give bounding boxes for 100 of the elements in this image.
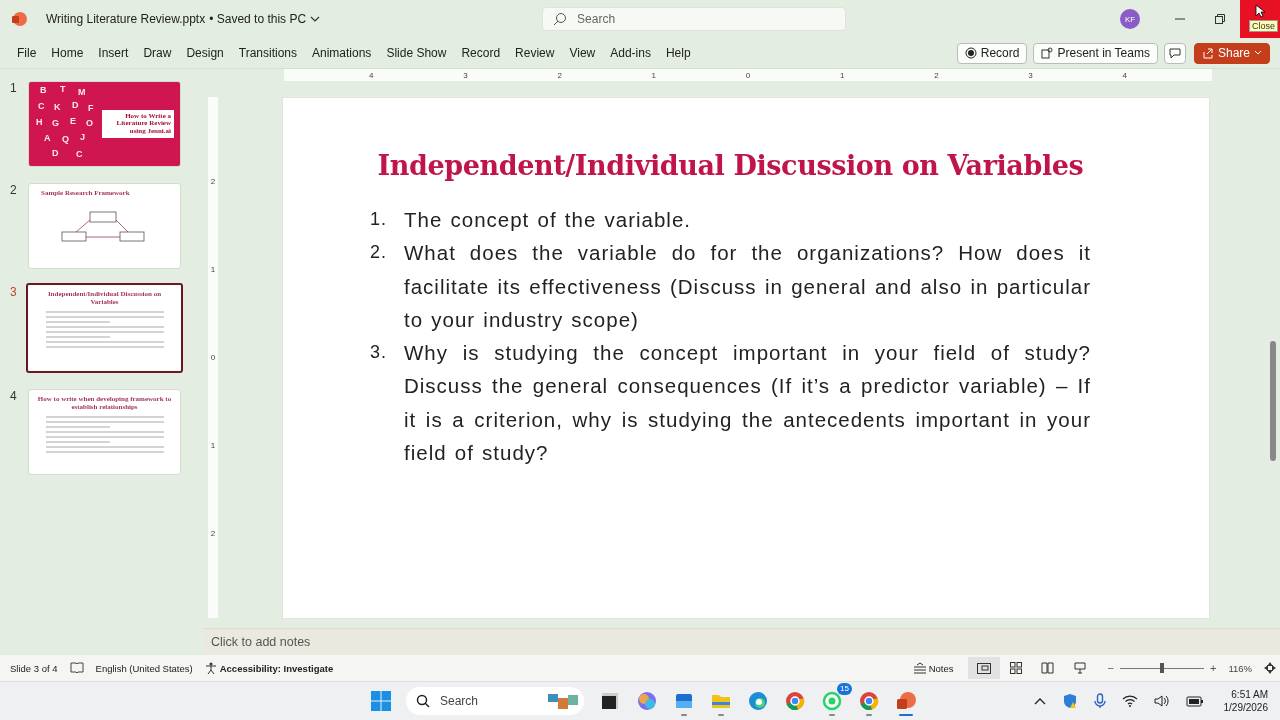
decorative-letter: D: [52, 148, 59, 158]
list-item-text: Why is studying the concept important in your field of study? Discuss the general consequences (If it’s a predictor variable) – If it is a criterion, why is studying the antecedents important in your field of study?: [404, 340, 1091, 467]
decorative-letter: B: [40, 85, 47, 95]
slide-number: 2: [9, 183, 18, 197]
ribbon-tab[interactable]: Draw: [136, 42, 179, 64]
decorative-letter: J: [80, 132, 85, 142]
copilot-app-icon[interactable]: [636, 690, 658, 712]
restore-icon: [1215, 14, 1225, 24]
wifi-icon[interactable]: [1121, 695, 1138, 707]
decorative-letter: D: [72, 100, 79, 110]
accessibility-button[interactable]: Accessibility: Investigate: [204, 662, 334, 674]
ribbon-tab[interactable]: Help: [658, 42, 698, 64]
ribbon-tab[interactable]: Home: [44, 42, 91, 64]
shield-icon[interactable]: [1061, 693, 1078, 709]
ribbon-tab[interactable]: Slide Show: [379, 42, 454, 64]
comment-icon: [1168, 47, 1181, 59]
decorative-letter: K: [54, 102, 61, 112]
zoom-in-button[interactable]: +: [1209, 662, 1217, 674]
decorative-letter: A: [44, 133, 51, 143]
notes-placeholder: Click to add notes: [211, 635, 311, 649]
speaker-icon[interactable]: [1153, 694, 1170, 708]
zoom-slider-thumb[interactable]: [1159, 662, 1164, 673]
clock-time: 6:51 AM: [1231, 688, 1268, 701]
decorative-letter: F: [88, 103, 94, 113]
edge-app-icon[interactable]: [747, 690, 769, 712]
whatsapp-app-icon[interactable]: [821, 690, 843, 712]
ribbon-tab[interactable]: View: [562, 42, 603, 64]
ribbon-tab[interactable]: Insert: [91, 42, 136, 64]
ribbon-tab[interactable]: Design: [179, 42, 231, 64]
search-icon: [553, 12, 568, 26]
slide-number: 4: [9, 389, 18, 403]
puzzle-icon: [548, 692, 578, 710]
ribbon-tab[interactable]: Review: [508, 42, 562, 64]
taskbar-search-input[interactable]: Search: [438, 693, 540, 709]
present-in-teams-button[interactable]: Present in Teams: [1033, 42, 1158, 64]
decorative-letter: O: [86, 118, 93, 128]
clock[interactable]: 6:51 AM 1/29/2026: [1223, 688, 1268, 714]
close-tooltip: Close: [1249, 20, 1278, 32]
notes-button[interactable]: Notes: [912, 662, 954, 674]
powerpoint-app-icon[interactable]: [895, 690, 917, 712]
slide-number: 1: [9, 81, 18, 95]
battery-icon[interactable]: [1185, 695, 1204, 707]
ribbon-tab[interactable]: File: [10, 42, 44, 64]
ribbon-tab[interactable]: Add-ins: [603, 42, 658, 64]
powerpoint-logo-icon: [11, 11, 27, 27]
decorative-letter: E: [70, 116, 76, 126]
chrome-app-icon[interactable]: [784, 690, 806, 712]
slide-number: 3: [9, 285, 18, 299]
normal-view-button[interactable]: [967, 657, 1000, 679]
share-button[interactable]: Share: [1193, 42, 1270, 64]
save-status-dropdown[interactable]: • Saved to this PC: [209, 12, 321, 26]
windows-start-icon[interactable]: [371, 691, 391, 711]
presentation-icon: [1073, 662, 1086, 674]
decorative-letter: C: [76, 149, 83, 159]
search-field[interactable]: Search: [542, 7, 847, 31]
fit-to-window-icon[interactable]: [1264, 662, 1276, 674]
ribbon-tab[interactable]: Record: [454, 42, 508, 64]
taskbar-search-field[interactable]: Search: [406, 687, 584, 715]
user-avatar[interactable]: KF: [1120, 9, 1140, 29]
chrome-app-icon[interactable]: [858, 690, 880, 712]
slide-title: Independent/Individual Discussion on Variables: [376, 150, 1085, 181]
grid-icon: [1009, 662, 1022, 674]
normal-view-icon: [976, 662, 991, 674]
notes-icon: [912, 662, 927, 674]
book-icon[interactable]: [69, 662, 84, 674]
list-number: 3.: [370, 341, 388, 365]
decorative-letter: G: [52, 118, 59, 128]
list-number: 2.: [370, 241, 388, 265]
cursor-icon: [1255, 4, 1265, 18]
comments-button[interactable]: [1163, 42, 1186, 64]
record-button[interactable]: Record: [956, 42, 1028, 64]
list-item-text: What does the variable do for the organizations? How does it facilitate its effectiveness (Discuss in general and also in particular to your industry scope): [404, 240, 1091, 333]
vertical-ruler: 2 1 0 1 2: [208, 97, 218, 618]
decorative-letter: M: [78, 87, 86, 97]
list-number: 1.: [370, 208, 388, 231]
search-input[interactable]: Search: [575, 11, 836, 27]
teams-icon: [1041, 47, 1054, 59]
accessibility-icon: [204, 662, 217, 674]
book-icon: [1041, 662, 1055, 674]
notification-badge: 15: [837, 683, 852, 695]
microphone-icon[interactable]: [1093, 693, 1106, 709]
chevron-down-icon: [310, 15, 321, 23]
slide-counter: Slide 3 of 4: [10, 662, 58, 674]
chevron-up-icon[interactable]: [1033, 697, 1046, 705]
clock-date: 1/29/2026: [1223, 701, 1268, 714]
notes-pane[interactable]: Click to add notes: [204, 628, 1280, 655]
decorative-letter: H: [36, 117, 43, 127]
decorative-letter: Q: [62, 134, 69, 144]
decorative-letter: T: [60, 84, 66, 94]
zoom-level[interactable]: 116%: [1228, 662, 1252, 674]
terminal-app-icon[interactable]: [599, 690, 621, 712]
share-icon: [1201, 47, 1214, 59]
ribbon-tab[interactable]: Animations: [305, 42, 379, 64]
ribbon-tab[interactable]: Transitions: [231, 42, 304, 64]
zoom-out-button[interactable]: −: [1107, 662, 1114, 674]
language-label[interactable]: English (United States): [95, 662, 193, 674]
list-item-text: The concept of the variable.: [404, 207, 692, 233]
search-icon: [416, 694, 430, 708]
horizontal-ruler: 4 3 2 1 0 1 2 3 4: [284, 69, 1212, 81]
decorative-letter: C: [38, 101, 45, 111]
